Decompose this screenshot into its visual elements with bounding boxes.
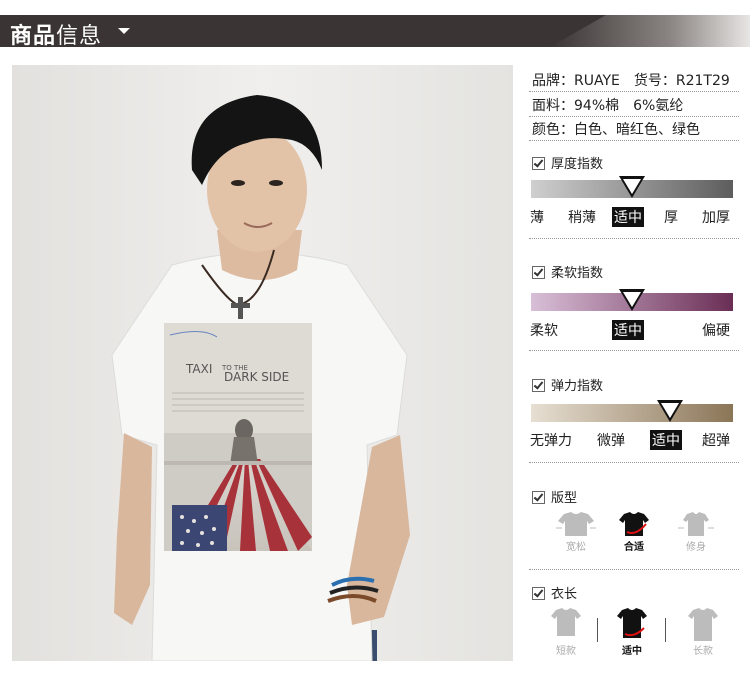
checkbox-icon [532,266,545,279]
product-photo: TAXI TO THE DARK SIDE [12,65,513,661]
fit-title: 版型 [532,487,577,506]
thickness-marker-icon [619,176,645,198]
color-info: 颜色：白色、暗红色、绿色 [532,122,700,138]
length-option-long: 长款 [678,606,728,657]
caret-down-icon [118,28,130,34]
thickness-label: 薄 [530,210,544,226]
option-divider [665,618,666,642]
length-option-short: 短款 [541,606,591,657]
divider [529,91,739,92]
checkbox-icon [532,587,545,600]
svg-text:DARK SIDE: DARK SIDE [224,370,289,384]
fit-option-loose: 宽松 [551,510,601,553]
svg-text:TAXI: TAXI [185,362,212,376]
elasticity-label: 超弹 [702,433,730,449]
item-number: 货号：R21T29 [633,73,730,89]
elasticity-label: 无弹力 [530,433,572,449]
divider [529,116,739,117]
tshirt-long-icon [688,608,718,641]
softness-label: 偏硬 [702,323,730,339]
tshirt-slim-icon [678,512,714,536]
checkbox-icon [532,157,545,170]
thickness-label: 厚 [664,210,678,226]
softness-label: 柔软 [530,323,558,339]
divider [529,462,739,463]
material-info: 面料：94%棉 6%氨纶 [532,98,684,114]
softness-marker-icon [619,289,645,311]
section-header: 商品信息 [0,15,750,47]
model-illustration: TAXI TO THE DARK SIDE [12,65,513,661]
softness-title: 柔软指数 [532,262,603,281]
tshirt-regular-icon [619,512,649,536]
thickness-label: 加厚 [702,210,730,226]
checkbox-icon [532,379,545,392]
thickness-label-selected: 适中 [612,207,644,227]
checkbox-icon [532,491,545,504]
fit-option-regular: 合适 [609,510,659,553]
divider [529,569,739,570]
divider [529,350,739,351]
length-title: 衣长 [532,583,577,602]
thickness-title: 厚度指数 [532,153,603,172]
elasticity-label: 微弹 [597,433,625,449]
tshirt-loose-icon [556,512,596,536]
tshirt-short-icon [551,608,581,636]
header-decoration [550,15,750,47]
thickness-label: 稍薄 [568,210,596,226]
elasticity-title: 弹力指数 [532,375,603,394]
divider [529,238,739,239]
softness-label-selected: 适中 [612,320,644,340]
elasticity-scale [531,404,733,422]
option-divider [597,618,598,642]
tshirt-regular-length-icon [617,608,647,638]
fit-option-slim: 修身 [671,510,721,553]
length-option-regular: 适中 [607,606,657,657]
brand-info: 品牌：RUAYE 货号：R21T29 [532,73,730,89]
elasticity-marker-icon [657,400,684,422]
section-title: 商品信息 [10,24,103,47]
divider [529,140,739,141]
elasticity-label-selected: 适中 [650,430,682,450]
